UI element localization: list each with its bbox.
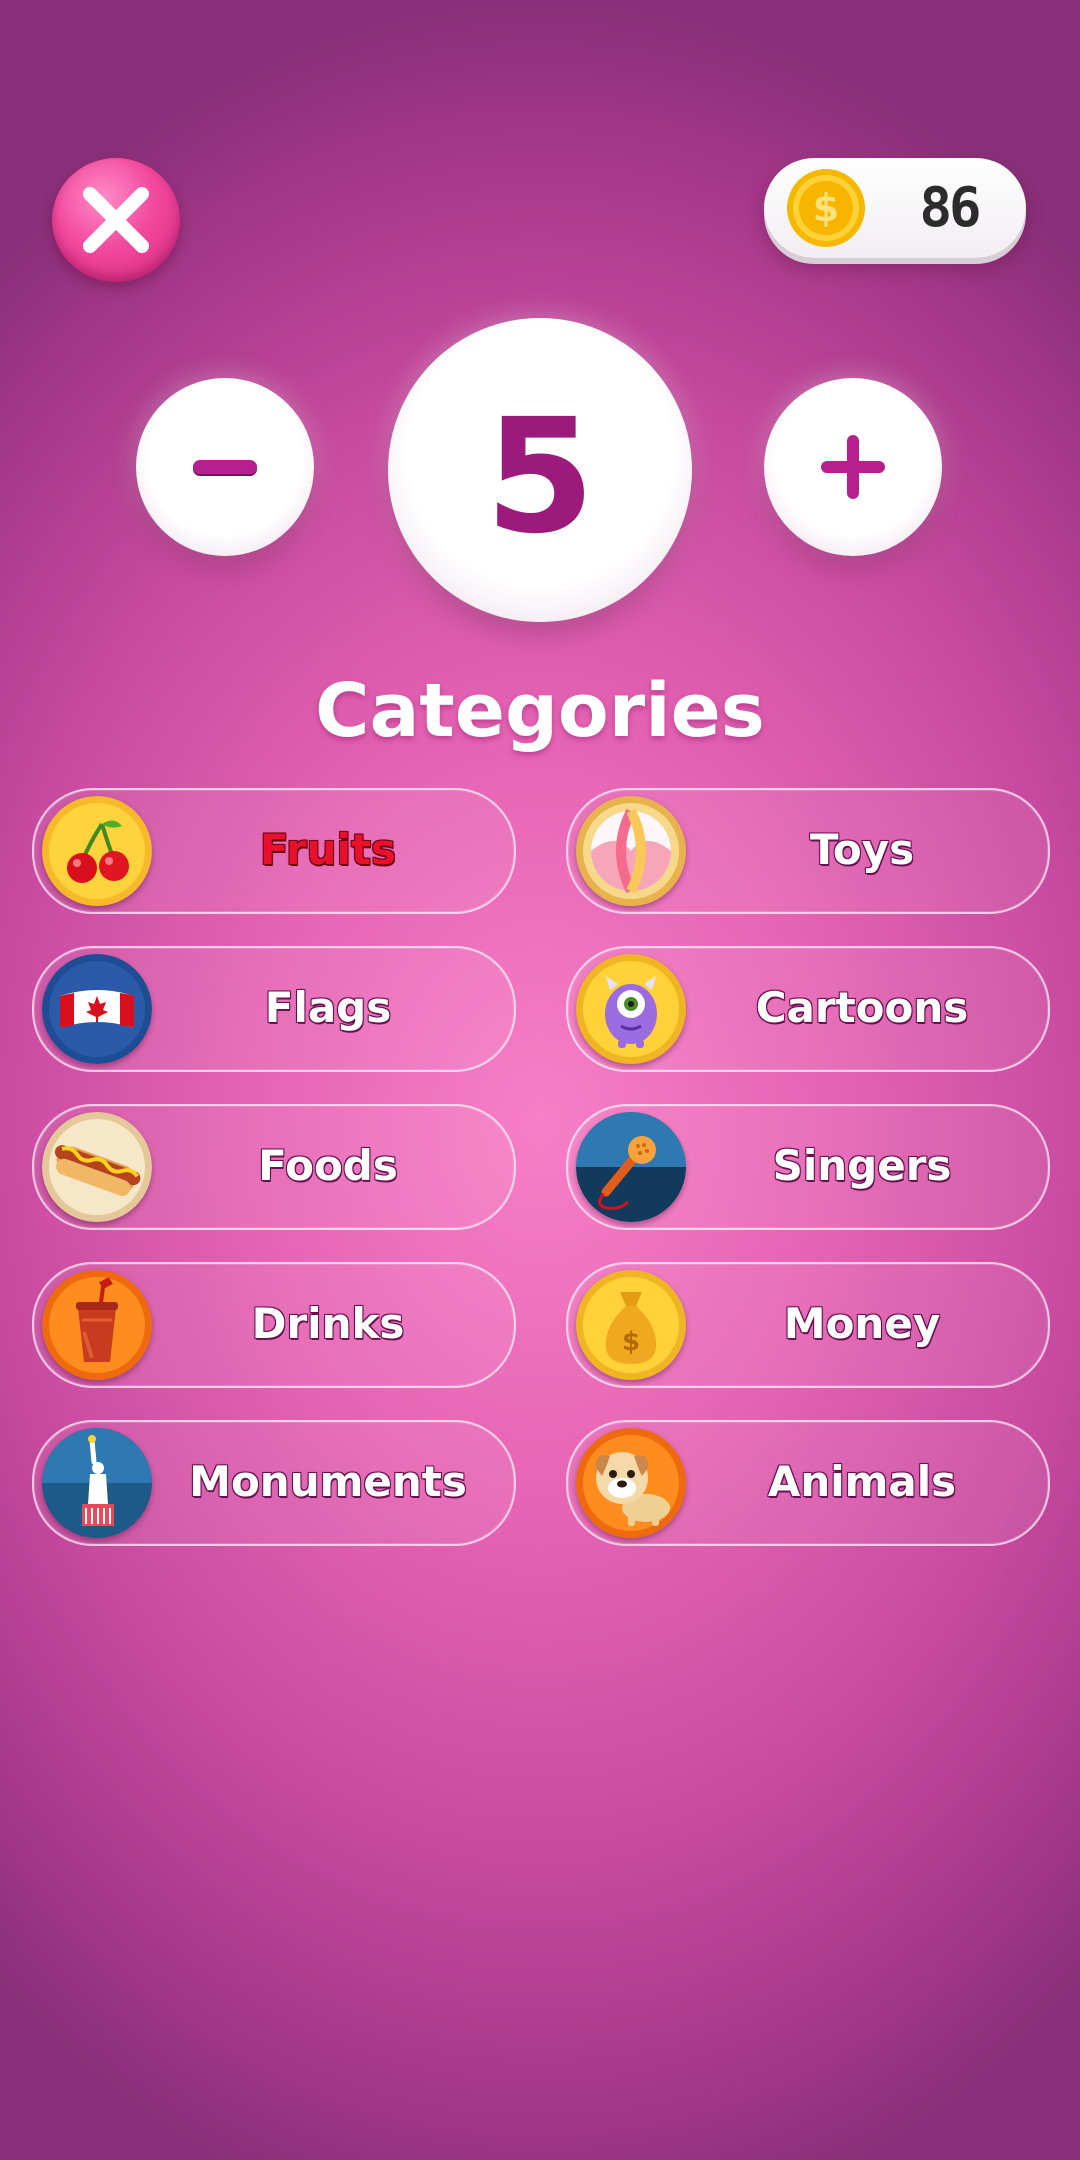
category-monuments[interactable]: Monuments: [32, 1420, 516, 1546]
category-label: Foods: [258, 1141, 398, 1190]
category-label: Monuments: [189, 1457, 467, 1506]
coin-counter: $ 86: [764, 158, 1026, 258]
category-label: Animals: [767, 1457, 957, 1506]
category-label: Cartoons: [755, 983, 969, 1032]
category-fruits[interactable]: Fruits: [32, 788, 516, 914]
soda-cup-icon: [42, 1270, 152, 1380]
decrease-button[interactable]: [136, 378, 314, 556]
coin-count: 86: [919, 176, 981, 239]
close-x-icon: [83, 187, 149, 253]
minus-icon: [193, 460, 257, 474]
money-bag-icon: $: [576, 1270, 686, 1380]
purple-monster-icon: [576, 954, 686, 1064]
close-button[interactable]: [52, 158, 180, 282]
category-money[interactable]: $ Money: [566, 1262, 1050, 1388]
category-toys[interactable]: Toys: [566, 788, 1050, 914]
category-label: Toys: [809, 825, 915, 874]
statue-of-liberty-icon: [42, 1428, 152, 1538]
category-label: Singers: [772, 1141, 952, 1190]
increase-button[interactable]: [764, 378, 942, 556]
dollar-coin-icon: $: [786, 168, 866, 248]
category-flags[interactable]: Flags: [32, 946, 516, 1072]
canada-flag-icon: [42, 954, 152, 1064]
microphone-icon: [576, 1112, 686, 1222]
category-label: Money: [783, 1299, 941, 1348]
hot-dog-icon: [42, 1112, 152, 1222]
plus-icon: [821, 435, 885, 499]
category-singers[interactable]: Singers: [566, 1104, 1050, 1230]
categories-heading: Categories: [315, 668, 765, 754]
category-foods[interactable]: Foods: [32, 1104, 516, 1230]
category-drinks[interactable]: Drinks: [32, 1262, 516, 1388]
category-label: Fruits: [259, 825, 397, 874]
svg-text:$: $: [813, 186, 839, 230]
count-value: 5: [485, 385, 595, 569]
cherries-icon: [42, 796, 152, 906]
count-display: 5: [388, 318, 692, 622]
category-animals[interactable]: Animals: [566, 1420, 1050, 1546]
beach-ball-icon: [576, 796, 686, 906]
dog-icon: [576, 1428, 686, 1538]
svg-text:$: $: [622, 1327, 640, 1357]
category-label: Flags: [264, 983, 392, 1032]
category-cartoons[interactable]: Cartoons: [566, 946, 1050, 1072]
category-label: Drinks: [251, 1299, 405, 1348]
